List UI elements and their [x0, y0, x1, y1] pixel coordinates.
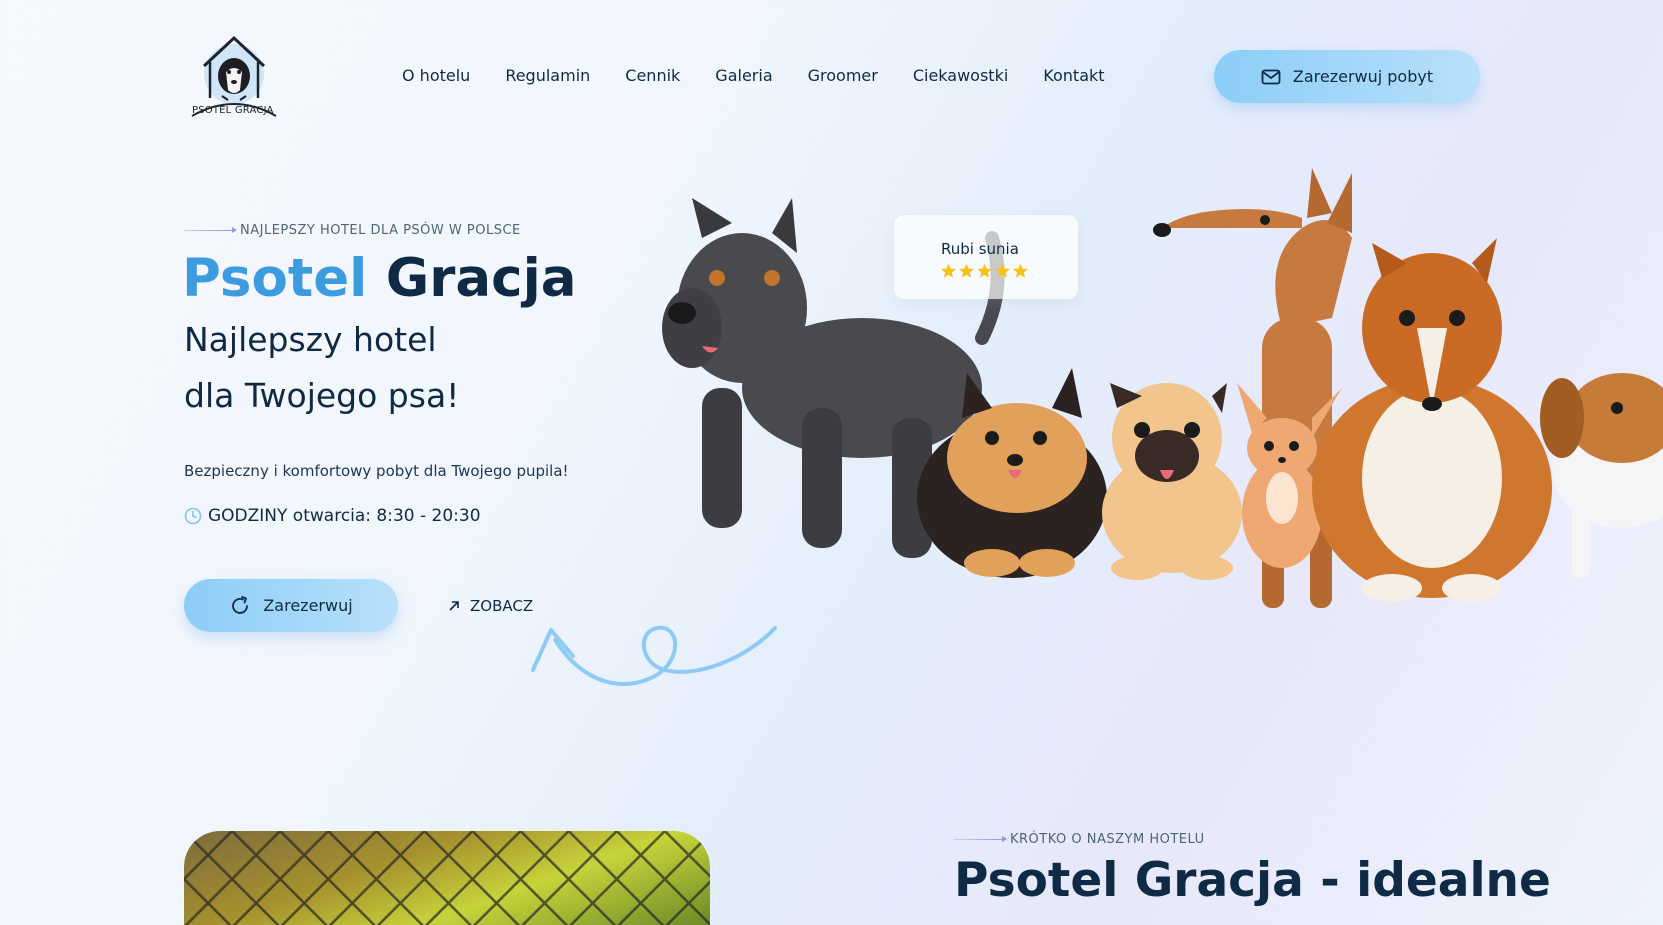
arrow-up-right-icon	[449, 601, 459, 611]
opening-hours: GODZINY otwarcia: 8:30 - 20:30	[184, 506, 481, 526]
hero-description: Bezpieczny i komfortowy pobyt dla Twojeg…	[184, 462, 569, 480]
logo-text: PSOTEL GRACJA	[192, 105, 274, 116]
star-icon	[1013, 263, 1028, 278]
about-eyebrow-text: KRÓTKO O NASZYM HOTELU	[1010, 832, 1205, 847]
reserve-stay-button[interactable]: Zarezerwuj pobyt	[1214, 50, 1480, 103]
hero-subtitle-line2: dla Twojego psa!	[184, 376, 460, 415]
rating-stars	[940, 263, 1029, 279]
eyebrow-line	[954, 836, 1007, 842]
nav-item-o-hotelu[interactable]: O hotelu	[402, 66, 470, 85]
nav-item-kontakt[interactable]: Kontakt	[1043, 66, 1104, 85]
chain-fence-photo-icon	[184, 831, 710, 925]
mail-icon	[1261, 69, 1281, 84]
see-link[interactable]: ZOBACZ	[448, 597, 533, 615]
main-nav: O hotelu Regulamin Cennik Galeria Groome…	[402, 66, 1105, 85]
nav-item-ciekawostki[interactable]: Ciekawostki	[913, 66, 1008, 85]
about-eyebrow: KRÓTKO O NASZYM HOTELU	[954, 832, 1205, 847]
opening-hours-text: GODZINY otwarcia: 8:30 - 20:30	[208, 506, 481, 526]
star-icon	[941, 263, 956, 278]
refresh-arrow-icon	[232, 595, 249, 614]
nav-item-galeria[interactable]: Galeria	[715, 66, 772, 85]
reserve-button-label: Zarezerwuj	[263, 596, 353, 615]
hero-subtitle: Najlepszy hotel dla Twojego psa!	[184, 312, 459, 424]
hero-title: Psotel Gracja	[182, 246, 577, 312]
reserve-button[interactable]: Zarezerwuj	[184, 579, 398, 632]
hero-title-rest: Gracja	[385, 248, 577, 309]
clock-icon	[184, 507, 202, 525]
about-title: Psotel Gracja - idealne	[954, 853, 1551, 908]
rating-card: Rubi sunia	[894, 215, 1078, 299]
reserve-stay-label: Zarezerwuj pobyt	[1292, 67, 1434, 86]
hero-title-accent: Psotel	[182, 248, 368, 309]
dogs-illustration	[662, 168, 1663, 608]
nav-item-cennik[interactable]: Cennik	[625, 66, 680, 85]
nav-item-regulamin[interactable]: Regulamin	[505, 66, 590, 85]
pug-dog-icon	[1102, 383, 1242, 580]
nav-item-groomer[interactable]: Groomer	[808, 66, 878, 85]
hero-eyebrow: NAJLEPSZY HOTEL DLA PSÓW W POLSCE	[184, 223, 521, 238]
collie-dog-icon	[1312, 238, 1552, 602]
rating-name: Rubi sunia	[941, 240, 1019, 258]
eyebrow-line	[184, 227, 237, 233]
page: PSOTEL GRACJA O hotelu Regulamin Cennik …	[0, 0, 1663, 925]
hero-subtitle-line1: Najlepszy hotel	[184, 320, 437, 359]
star-icon	[959, 263, 974, 278]
see-link-label: ZOBACZ	[470, 597, 534, 615]
star-icon	[995, 263, 1010, 278]
hotel-photo	[184, 831, 710, 925]
star-icon	[977, 263, 992, 278]
logo[interactable]: PSOTEL GRACJA	[184, 26, 284, 122]
hero-eyebrow-text: NAJLEPSZY HOTEL DLA PSÓW W POLSCE	[240, 223, 521, 238]
beagle-dog-icon	[1540, 373, 1663, 578]
